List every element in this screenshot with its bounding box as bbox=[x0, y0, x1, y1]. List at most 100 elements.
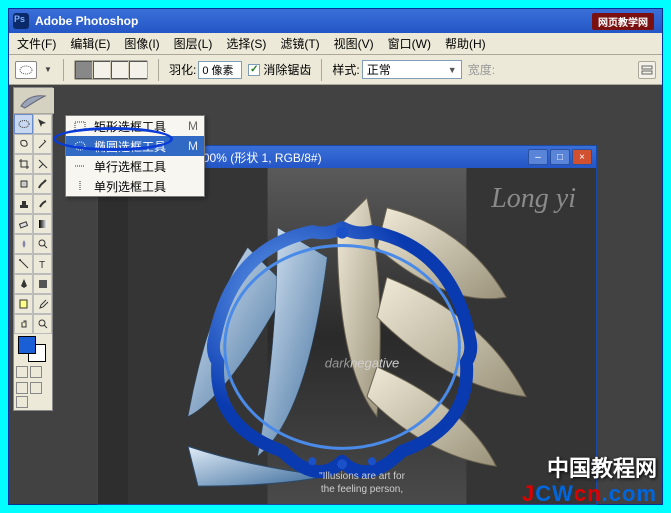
mode-subtract[interactable] bbox=[111, 61, 129, 79]
menu-file[interactable]: 文件(F) bbox=[17, 35, 56, 52]
tool-notes[interactable] bbox=[14, 294, 33, 314]
tool-slice[interactable] bbox=[33, 154, 52, 174]
quickmask-group bbox=[14, 364, 52, 380]
feather-label: 羽化: bbox=[169, 61, 196, 78]
watermark-url: JCWcn.com bbox=[522, 481, 657, 507]
document-window: s.com龙依.jpg @ 100% (形状 1, RGB/8#) – □ × bbox=[97, 145, 597, 505]
foreground-color[interactable] bbox=[18, 336, 36, 354]
toolbox-header-icon[interactable] bbox=[14, 88, 54, 114]
tool-gradient[interactable] bbox=[33, 214, 52, 234]
signature-text: Long yi bbox=[491, 183, 576, 215]
tool-shape[interactable] bbox=[33, 274, 52, 294]
menu-view[interactable]: 视图(V) bbox=[334, 35, 374, 52]
menubar: 文件(F) 编辑(E) 图像(I) 图层(L) 选择(S) 滤镜(T) 视图(V… bbox=[9, 33, 662, 55]
menu-window[interactable]: 窗口(W) bbox=[388, 35, 431, 52]
screenmode-group bbox=[14, 380, 52, 410]
standard-mode[interactable] bbox=[16, 366, 28, 378]
tool-type[interactable]: T bbox=[33, 254, 52, 274]
tool-stamp[interactable] bbox=[14, 194, 33, 214]
bottom-caption: "Illusions are art for the feeling perso… bbox=[319, 470, 405, 496]
tool-wand[interactable] bbox=[33, 134, 52, 154]
tool-crop[interactable] bbox=[14, 154, 33, 174]
tool-path[interactable] bbox=[14, 254, 33, 274]
tool-move[interactable] bbox=[33, 114, 52, 134]
screen-full[interactable] bbox=[16, 396, 28, 408]
flyout-label: 矩形选框工具 bbox=[94, 118, 166, 135]
style-field: 样式: 正常 ▼ bbox=[332, 60, 461, 79]
flyout-shortcut: M bbox=[188, 139, 198, 153]
feather-input[interactable] bbox=[198, 61, 242, 79]
quickmask-mode[interactable] bbox=[30, 366, 42, 378]
separator bbox=[63, 59, 64, 81]
menu-filter[interactable]: 滤镜(T) bbox=[280, 35, 319, 52]
screen-full-menus[interactable] bbox=[30, 382, 42, 394]
rect-marquee-icon bbox=[72, 120, 88, 132]
minimize-button[interactable]: – bbox=[528, 149, 548, 165]
flyout-label: 单行选框工具 bbox=[94, 158, 166, 175]
tool-lasso[interactable] bbox=[14, 134, 33, 154]
workspace: T 矩形选框工具 M bbox=[9, 85, 662, 504]
tool-eyedrop[interactable] bbox=[33, 294, 52, 314]
watermark-cn: 中国教程网 bbox=[547, 451, 657, 483]
menu-layer[interactable]: 图层(L) bbox=[174, 35, 213, 52]
center-caption: darknegative bbox=[325, 355, 399, 370]
separator bbox=[158, 59, 159, 81]
tool-pen[interactable] bbox=[14, 274, 33, 294]
antialias-label: 消除锯齿 bbox=[263, 61, 311, 78]
screen-standard[interactable] bbox=[16, 382, 28, 394]
style-value: 正常 bbox=[367, 61, 391, 78]
tool-blur[interactable] bbox=[14, 234, 33, 254]
check-icon: ✓ bbox=[248, 64, 260, 76]
style-select[interactable]: 正常 ▼ bbox=[362, 60, 462, 79]
tool-hand[interactable] bbox=[14, 314, 33, 334]
current-tool-icon[interactable] bbox=[15, 61, 37, 79]
tool-dodge[interactable] bbox=[33, 234, 52, 254]
tool-marquee[interactable] bbox=[14, 114, 33, 134]
style-label: 样式: bbox=[332, 61, 359, 78]
flyout-col-marquee[interactable]: 单列选框工具 bbox=[66, 176, 204, 196]
row-marquee-icon bbox=[72, 160, 88, 172]
site-badge: 网页教学网 bbox=[592, 13, 654, 30]
tool-history[interactable] bbox=[33, 194, 52, 214]
flyout-ellipse-marquee[interactable]: 椭圆选框工具 M bbox=[66, 136, 204, 156]
flyout-rect-marquee[interactable]: 矩形选框工具 M bbox=[66, 116, 204, 136]
col-marquee-icon bbox=[72, 180, 88, 192]
flyout-label: 椭圆选框工具 bbox=[94, 138, 166, 155]
mode-intersect[interactable] bbox=[129, 61, 147, 79]
menu-edit[interactable]: 编辑(E) bbox=[70, 35, 110, 52]
options-bar: ▼ 羽化: ✓ 消除锯齿 样式: 正常 ▼ 宽度: bbox=[9, 55, 662, 85]
ellipse-marquee-icon bbox=[72, 140, 88, 152]
mode-add[interactable] bbox=[93, 61, 111, 79]
mode-new[interactable] bbox=[75, 61, 93, 79]
tool-eraser[interactable] bbox=[14, 214, 33, 234]
maximize-button[interactable]: □ bbox=[550, 149, 570, 165]
flyout-row-marquee[interactable]: 单行选框工具 bbox=[66, 156, 204, 176]
tool-zoom[interactable] bbox=[33, 314, 52, 334]
svg-text:T: T bbox=[39, 260, 45, 270]
chevron-down-icon: ▼ bbox=[448, 65, 457, 75]
app-logo-icon bbox=[13, 13, 29, 29]
menu-image[interactable]: 图像(I) bbox=[124, 35, 159, 52]
menu-help[interactable]: 帮助(H) bbox=[445, 35, 486, 52]
color-swatches[interactable] bbox=[14, 334, 52, 364]
marquee-flyout: 矩形选框工具 M 椭圆选框工具 M 单行选框工具 单列选框工具 bbox=[65, 115, 205, 197]
canvas-artwork bbox=[128, 168, 596, 504]
width-label: 宽度: bbox=[468, 61, 495, 78]
tool-brush[interactable] bbox=[33, 174, 52, 194]
flyout-label: 单列选框工具 bbox=[94, 178, 166, 195]
width-field: 宽度: bbox=[468, 61, 495, 78]
app-title: Adobe Photoshop bbox=[35, 14, 592, 28]
antialias-checkbox[interactable]: ✓ 消除锯齿 bbox=[248, 61, 311, 78]
feather-field: 羽化: bbox=[169, 61, 242, 79]
close-button[interactable]: × bbox=[572, 149, 592, 165]
menu-select[interactable]: 选择(S) bbox=[226, 35, 266, 52]
app-titlebar: Adobe Photoshop 网页教学网 bbox=[9, 9, 662, 33]
separator bbox=[321, 59, 322, 81]
palette-well-button[interactable] bbox=[638, 61, 656, 79]
toolbox: T bbox=[13, 87, 53, 411]
document-canvas[interactable]: Long yi darknegative "Illusions are art … bbox=[128, 168, 596, 504]
selection-mode-group bbox=[74, 60, 148, 80]
tool-heal[interactable] bbox=[14, 174, 33, 194]
flyout-shortcut: M bbox=[188, 119, 198, 133]
tool-preset-dropdown-icon[interactable]: ▼ bbox=[43, 65, 53, 74]
